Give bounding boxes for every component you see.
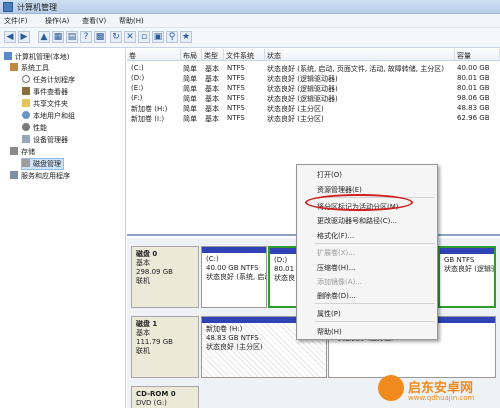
tree-item-system-tools[interactable]: 系统工具 [10, 63, 49, 73]
view-icon[interactable]: ▩ [94, 31, 106, 43]
menu-item-open[interactable]: 打开(O) [317, 170, 342, 180]
users-icon [22, 111, 30, 119]
watermark-url: www.qdhuajin.com [408, 394, 475, 402]
performance-icon [22, 123, 30, 131]
wizard-icon[interactable]: ★ [180, 31, 192, 43]
watermark-logo-icon [378, 375, 404, 401]
services-icon [10, 171, 18, 179]
clock-icon [22, 75, 30, 83]
save-icon[interactable]: ▣ [152, 31, 164, 43]
disk-0-header[interactable]: 磁盘 0 基本 298.09 GB 联机 [131, 246, 199, 308]
tools-icon [10, 63, 18, 71]
properties-icon[interactable]: ▤ [66, 31, 78, 43]
tree-item-task-scheduler[interactable]: 任务计划程序 [22, 75, 75, 85]
column-header-status[interactable]: 状态 [265, 49, 455, 61]
menu-item-delete-volume[interactable]: 删除卷(D)... [317, 291, 356, 301]
menu-item-properties[interactable]: 属性(P) [317, 309, 341, 319]
computer-management-icon [3, 2, 13, 12]
annotation-highlight-oval [305, 194, 413, 211]
back-arrow-icon[interactable]: ◀ [4, 31, 16, 43]
menu-item-help[interactable]: 帮助(H) [317, 327, 342, 337]
cdrom-0-header[interactable]: CD-ROM 0 DVD (G:) [131, 386, 199, 408]
toolbar: ◀ ▶ ▲ ▦ ▤ ? ▩ ↻ ✕ ▫ ▣ ⚲ ★ [0, 28, 500, 48]
menu-item-change-drive-letter[interactable]: 更改驱动器号和路径(C)... [317, 216, 397, 226]
tree-item-disk-management[interactable]: 磁盘管理 [21, 158, 64, 170]
partition-e[interactable]: GB NTFS 状态良好 (逻辑驱 [438, 246, 496, 308]
menu-action[interactable]: 操作(A) [45, 16, 69, 26]
tree-item-services-apps[interactable]: 服务和应用程序 [10, 171, 70, 181]
watermark: 启东安卓网 www.qdhuajin.com [378, 372, 500, 408]
tree-item-storage[interactable]: 存储 [10, 147, 35, 157]
storage-icon [10, 147, 18, 155]
tree-item-computer-management[interactable]: 计算机管理(本地) [4, 52, 69, 62]
tree-item-local-users[interactable]: 本地用户和组 [22, 111, 75, 121]
find-icon[interactable]: ⚲ [166, 31, 178, 43]
navigation-tree: 计算机管理(本地) 系统工具 任务计划程序 事件查看器 共享文件夹 本地用户和组… [0, 49, 126, 408]
tree-item-device-manager[interactable]: 设备管理器 [22, 135, 68, 145]
menu-file[interactable]: 文件(F) [4, 16, 28, 26]
event-viewer-icon [22, 87, 30, 95]
folder-icon [22, 99, 30, 107]
tree-item-event-viewer[interactable]: 事件查看器 [22, 87, 68, 97]
menu-bar: 文件(F) 操作(A) 查看(V) 帮助(H) [0, 14, 500, 28]
title-bar: 计算机管理 [0, 0, 500, 14]
column-header-volume[interactable]: 卷 [127, 49, 181, 61]
menu-separator [315, 243, 435, 244]
menu-item-shrink-volume[interactable]: 压缩卷(H)... [317, 263, 355, 273]
menu-item-extend-volume: 扩展卷(X)... [317, 249, 355, 257]
computer-icon [4, 52, 12, 60]
menu-help[interactable]: 帮助(H) [119, 16, 144, 26]
tree-item-performance[interactable]: 性能 [22, 123, 47, 133]
forward-arrow-icon[interactable]: ▶ [18, 31, 30, 43]
disk-1-header[interactable]: 磁盘 1 基本 111.79 GB 联机 [131, 316, 199, 378]
open-icon[interactable]: ▫ [138, 31, 150, 43]
delete-icon[interactable]: ✕ [124, 31, 136, 43]
partition-context-menu: 打开(O) 资源管理器(E) 将分区标记为活动分区(M) 更改驱动器号和路径(C… [296, 164, 438, 340]
show-hide-tree-icon[interactable]: ▦ [52, 31, 64, 43]
device-icon [22, 135, 30, 143]
refresh-icon[interactable]: ↻ [110, 31, 122, 43]
menu-separator [315, 303, 435, 304]
column-header-capacity[interactable]: 容量 [455, 49, 500, 61]
partition-d[interactable]: (D:) 80.01 状态良 [268, 246, 298, 308]
help-icon[interactable]: ? [80, 31, 92, 43]
window-title: 计算机管理 [17, 3, 57, 12]
up-folder-icon[interactable]: ▲ [38, 31, 50, 43]
menu-view[interactable]: 查看(V) [82, 16, 106, 26]
menu-item-format[interactable]: 格式化(F)... [317, 231, 354, 241]
partition-c[interactable]: (C:) 40.00 GB NTFS 状态良好 (系统, 启动 [201, 246, 267, 308]
column-header-layout[interactable]: 布局 [181, 49, 202, 61]
column-header-filesystem[interactable]: 文件系统 [224, 49, 265, 61]
column-header-type[interactable]: 类型 [202, 49, 224, 61]
menu-separator [315, 321, 435, 322]
tree-item-shared-folders[interactable]: 共享文件夹 [22, 99, 68, 109]
menu-item-add-mirror: 添加镜像(A)... [317, 278, 362, 286]
disk-icon [22, 159, 30, 167]
